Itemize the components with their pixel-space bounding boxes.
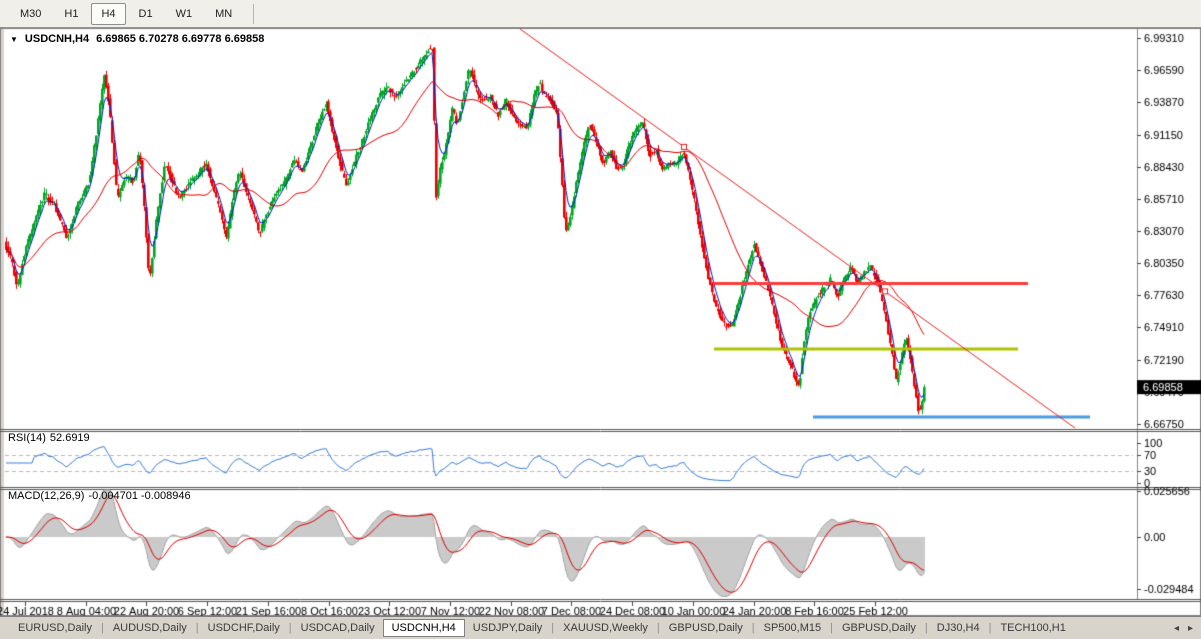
chart-area: ▼ USDCNH,H4 6.69865 6.70278 6.69778 6.69…: [0, 28, 1201, 616]
tab-separator: |: [288, 622, 292, 634]
symbol-dropdown-icon[interactable]: ▼: [10, 35, 18, 44]
chart-symbol-period: USDCNH,H4: [24, 33, 90, 45]
tab-scroll-left-icon[interactable]: ◂: [1174, 623, 1179, 634]
tab-separator: |: [924, 622, 928, 634]
tab-usdcad-daily[interactable]: USDCAD,Daily: [293, 619, 383, 637]
timeframe-h1[interactable]: H1: [54, 3, 88, 25]
tab-gbpusd-daily[interactable]: GBPUSD,Daily: [834, 619, 924, 637]
tab-scroll-right-icon[interactable]: ▸: [1188, 623, 1193, 634]
tab-gbpusd-daily[interactable]: GBPUSD,Daily: [661, 619, 751, 637]
timeframe-mn[interactable]: MN: [205, 3, 242, 25]
chart-canvas[interactable]: [0, 28, 1201, 616]
chart-ohlc-quotes: 6.69865 6.70278 6.69778 6.69858: [96, 33, 265, 45]
macd-name: MACD(12,26,9): [8, 490, 85, 502]
timeframe-buttons: M30 H1 H4 D1 W1 MN: [10, 2, 245, 25]
tab-separator: |: [551, 622, 555, 634]
tab-scroll-arrows: ◂ ▸: [1174, 623, 1201, 634]
macd-indicator-label: MACD(12,26,9) -0.004701 -0.008946: [8, 490, 195, 502]
macd-values: -0.004701 -0.008946: [88, 490, 191, 502]
rsi-value: 52.6919: [49, 432, 90, 444]
symbol-tabs: EURUSD,Daily | AUDUSD,Daily | USDCHF,Daily | U…: [10, 619, 1074, 637]
mt4-window: M30 H1 H4 D1 W1 MN ▼ USDCNH,H4 6.69865 6.7027…: [0, 0, 1201, 639]
tab-dj30-h4[interactable]: DJ30,H4: [929, 619, 988, 637]
tab-separator: |: [830, 622, 833, 634]
rsi-indicator-label: RSI(14) 52.6919: [8, 432, 94, 444]
tab-separator: |: [656, 622, 660, 634]
timeframe-m30[interactable]: M30: [10, 3, 51, 25]
timeframe-h4[interactable]: H4: [91, 2, 126, 25]
tab-eurusd-daily[interactable]: EURUSD,Daily: [10, 619, 100, 637]
tab-separator: |: [195, 622, 199, 634]
toolbar-divider: [253, 3, 255, 24]
tab-separator: |: [751, 622, 755, 634]
tab-usdcnh-h4[interactable]: USDCNH,H4: [382, 619, 465, 637]
tab-xauusd-weekly[interactable]: XAUUSD,Weekly: [555, 619, 656, 637]
chart-title: ▼ USDCNH,H4 6.69865 6.70278 6.69778 6.69…: [10, 33, 264, 45]
tab-usdjpy-daily[interactable]: USDJPY,Daily: [465, 619, 551, 637]
timeframe-toolbar: M30 H1 H4 D1 W1 MN: [0, 0, 1201, 28]
rsi-name: RSI(14): [8, 432, 46, 444]
symbol-tab-bar: EURUSD,Daily | AUDUSD,Daily | USDCHF,Daily | U…: [0, 616, 1201, 639]
tab-tech100-h1[interactable]: TECH100,H1: [992, 619, 1073, 637]
tab-separator: |: [100, 622, 104, 634]
tab-separator: |: [988, 622, 992, 634]
tab-usdchf-daily[interactable]: USDCHF,Daily: [200, 619, 288, 637]
tab-audusd-daily[interactable]: AUDUSD,Daily: [105, 619, 195, 637]
timeframe-w1[interactable]: W1: [166, 3, 203, 25]
timeframe-d1[interactable]: D1: [129, 3, 163, 25]
tab-sp500-m15[interactable]: SP500,M15: [756, 619, 829, 637]
